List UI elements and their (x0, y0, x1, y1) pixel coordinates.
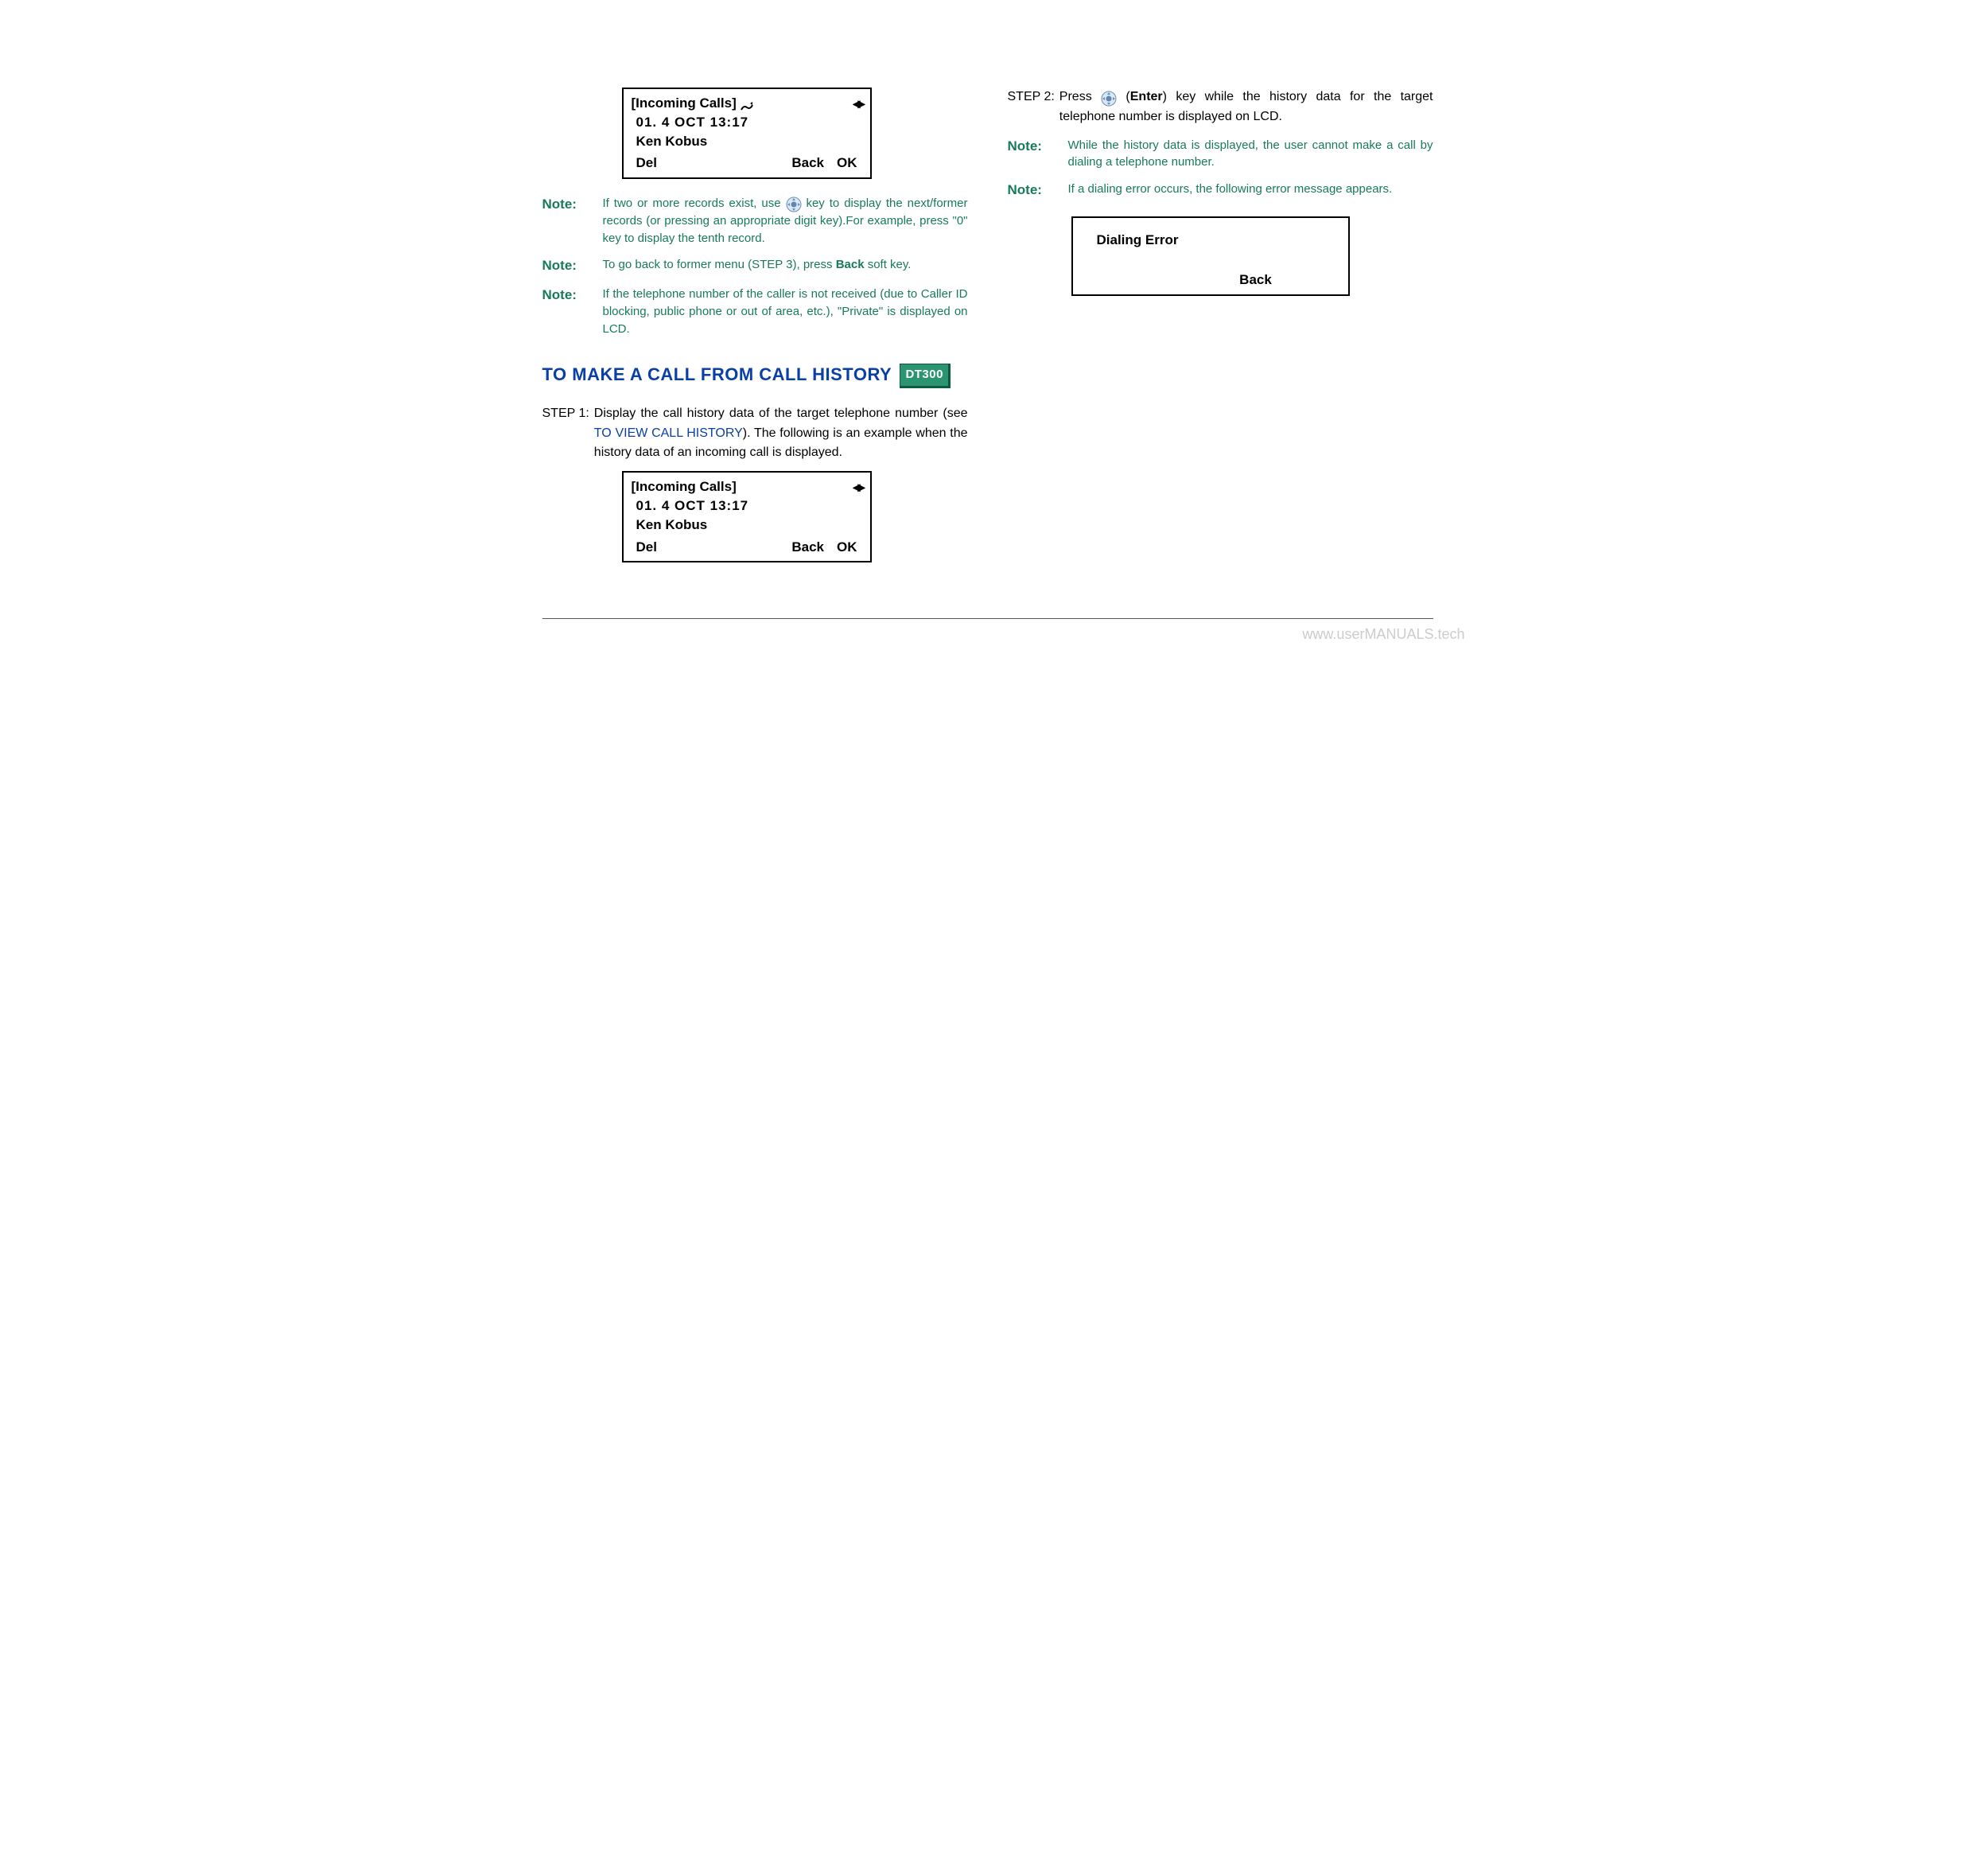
softkey-del: Del (636, 154, 657, 173)
softkey-ok: OK (837, 538, 857, 557)
lcd-title: [Incoming Calls] (632, 94, 737, 113)
error-back-softkey: Back (1176, 272, 1335, 288)
step-text: Display the call history data of the tar… (594, 404, 968, 463)
manual-page: [Incoming Calls] ◂ ▸ 01. 4 OCT 13:17 Ken… (495, 0, 1481, 651)
lcd-title-row: [Incoming Calls] ◂ ▸ (632, 477, 862, 496)
lcd-line2: Ken Kobus (632, 132, 862, 151)
step-pre: Press (1059, 90, 1101, 103)
softkey-back: Back (791, 538, 824, 557)
nav-arrows-icon: ◂ ▸ (853, 480, 861, 494)
heading-text: TO MAKE A CALL FROM CALL HISTORY (542, 364, 892, 384)
cross-reference-link[interactable]: TO VIEW CALL HISTORY (594, 426, 743, 440)
note-pre: If two or more records exist, use (603, 197, 786, 210)
step-pre: Display the call history data of the tar… (594, 407, 968, 420)
note-label: Note: (542, 286, 589, 337)
note-text: To go back to former menu (STEP 3), pres… (603, 256, 912, 276)
note-back-softkey: Note: To go back to former menu (STEP 3)… (542, 256, 968, 276)
lcd-incoming-calls-2: [Incoming Calls] ◂ ▸ 01. 4 OCT 13:17 Ken… (622, 471, 872, 562)
error-title: Dialing Error (1097, 232, 1335, 248)
lcd-dialing-error: Dialing Error Back (1071, 216, 1350, 296)
lcd-line2: Ken Kobus (632, 516, 862, 535)
lcd-title-row: [Incoming Calls] ◂ ▸ (632, 94, 862, 113)
note-label: Note: (1008, 181, 1054, 200)
step-label: STEP 1: (542, 404, 589, 463)
lcd-line1: 01. 4 OCT 13:17 (632, 496, 862, 516)
note-text: If two or more records exist, use key to… (603, 195, 968, 247)
model-tag: DT300 (900, 364, 951, 388)
right-column: STEP 2: Press (Enter) key while the hist… (1008, 80, 1433, 578)
lcd-incoming-calls-1: [Incoming Calls] ◂ ▸ 01. 4 OCT 13:17 Ken… (622, 88, 872, 179)
lcd-line1: 01. 4 OCT 13:17 (632, 113, 862, 132)
note-text: If a dialing error occurs, the following… (1068, 181, 1393, 200)
softkey-back: Back (791, 154, 824, 173)
note-label: Note: (1008, 137, 1054, 172)
softkey-ok: OK (837, 154, 857, 173)
note-text: While the history data is displayed, the… (1068, 137, 1433, 172)
note-label: Note: (542, 195, 589, 247)
note-private-display: Note: If the telephone number of the cal… (542, 286, 968, 337)
cursor-key-icon (1101, 89, 1117, 105)
nav-arrows-icon: ◂ ▸ (853, 96, 861, 111)
lcd-title: [Incoming Calls] (632, 477, 737, 496)
note-bold: Back (836, 258, 865, 271)
step-bold: Enter (1130, 90, 1163, 103)
note-label: Note: (542, 256, 589, 276)
softkey-del: Del (636, 538, 657, 557)
cursor-key-icon (786, 196, 802, 212)
left-column: [Incoming Calls] ◂ ▸ 01. 4 OCT 13:17 Ken… (542, 80, 968, 578)
note-text: If the telephone number of the caller is… (603, 286, 968, 337)
step-label: STEP 2: (1008, 88, 1055, 127)
step-1: STEP 1: Display the call history data of… (542, 404, 968, 463)
note-tail: soft key. (865, 258, 912, 271)
lcd-softkeys: Del Back OK (632, 154, 862, 173)
section-heading: TO MAKE A CALL FROM CALL HISTORY DT300 (542, 361, 968, 387)
missed-call-icon (740, 98, 754, 109)
note-record-navigation: Note: If two or more records exist, use … (542, 195, 968, 247)
note-no-dial-while-history: Note: While the history data is displaye… (1008, 137, 1433, 172)
step-text: Press (Enter) key while the history data… (1059, 88, 1433, 127)
note-text-part: To go back to former menu (STEP 3), pres… (603, 258, 836, 271)
step-2: STEP 2: Press (Enter) key while the hist… (1008, 88, 1433, 127)
step-mid: ( (1117, 90, 1130, 103)
footer-divider (542, 618, 1433, 619)
two-column-layout: [Incoming Calls] ◂ ▸ 01. 4 OCT 13:17 Ken… (542, 80, 1433, 578)
lcd-softkeys: Del Back OK (632, 538, 862, 557)
watermark: www.userMANUALS.tech (1302, 626, 1464, 643)
note-dialing-error: Note: If a dialing error occurs, the fol… (1008, 181, 1433, 200)
